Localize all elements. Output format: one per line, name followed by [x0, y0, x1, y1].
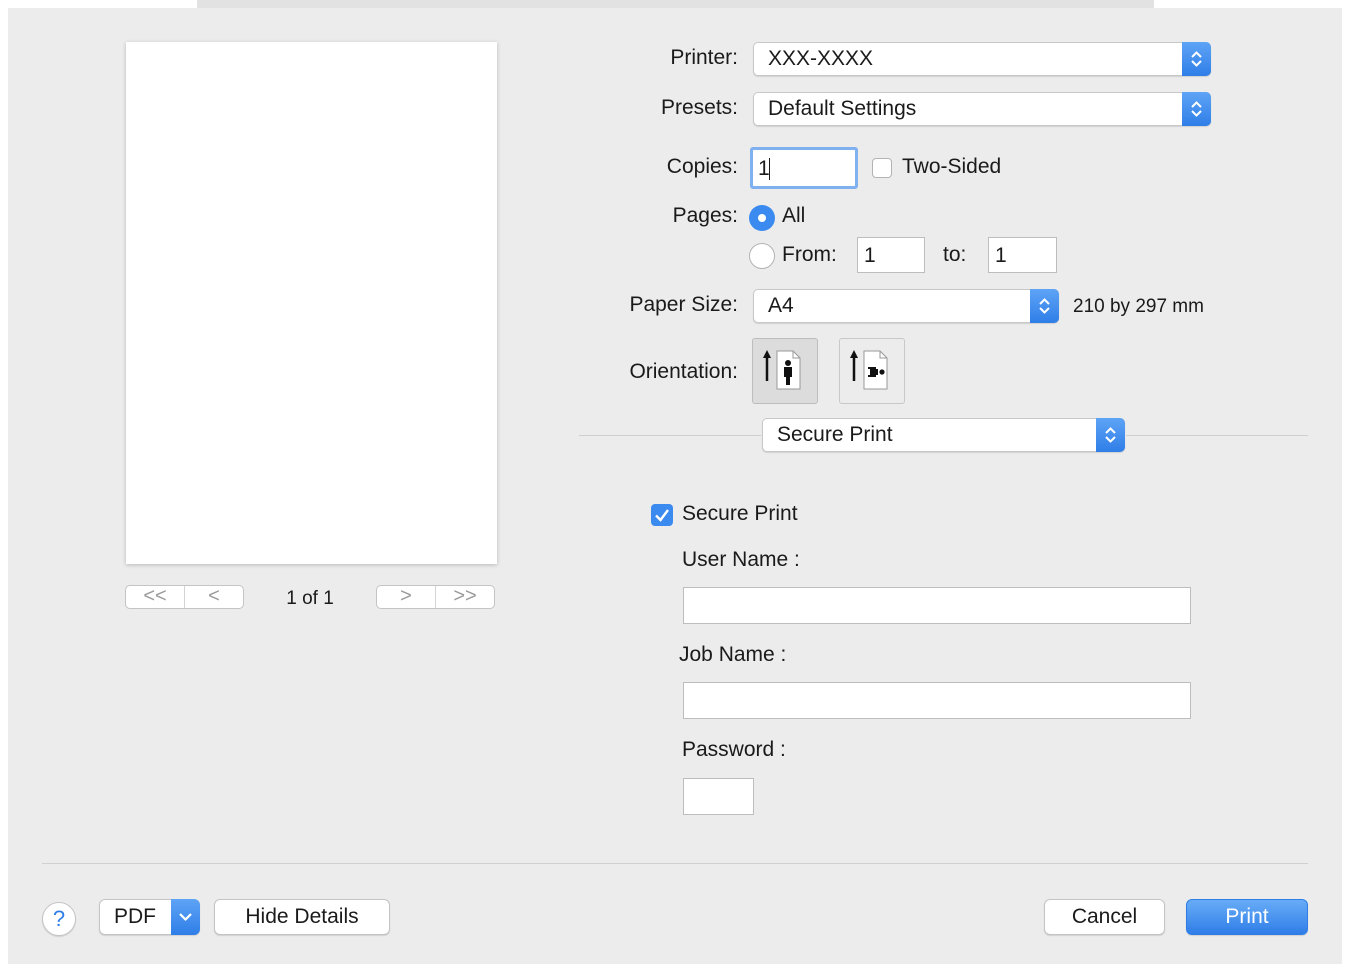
user-name-field[interactable] [683, 587, 1191, 624]
cancel-button[interactable]: Cancel [1044, 899, 1165, 935]
job-name-label: Job Name : [679, 643, 787, 666]
page-preview [126, 42, 497, 564]
section-popup[interactable]: Secure Print [762, 418, 1125, 452]
paper-size-value: A4 [768, 294, 794, 317]
presets-label: Presets: [660, 96, 738, 119]
printer-label: Printer: [670, 46, 738, 69]
title-bar-edge [197, 0, 1154, 8]
two-sided-checkbox[interactable] [872, 158, 892, 178]
pages-from-label: From: [782, 243, 837, 266]
hide-details-label: Hide Details [245, 905, 359, 928]
paper-dimensions: 210 by 297 mm [1073, 296, 1204, 317]
print-label: Print [1225, 905, 1269, 928]
pages-all-radio[interactable] [749, 205, 775, 231]
page-indicator: 1 of 1 [286, 588, 334, 609]
footer-divider [42, 863, 1308, 864]
pages-to-field[interactable]: 1 [988, 237, 1057, 273]
pdf-dropdown [171, 899, 200, 935]
chevron-down-icon [179, 913, 192, 922]
job-name-field[interactable] [683, 682, 1191, 719]
paper-size-popup[interactable]: A4 [753, 289, 1059, 323]
pdf-label: PDF [114, 905, 156, 928]
orientation-landscape-button[interactable] [839, 338, 905, 404]
last-page-button[interactable]: >> [436, 586, 494, 608]
checkmark-icon [655, 509, 669, 522]
copies-field[interactable]: 1 [750, 147, 858, 189]
next-page-button[interactable]: > [377, 586, 435, 608]
copies-label: Copies: [666, 155, 738, 178]
printer-value: XXX-XXXX [768, 47, 874, 70]
password-label: Password : [682, 738, 786, 761]
orientation-portrait-button[interactable] [752, 338, 818, 404]
popup-arrows-icon [1096, 418, 1125, 452]
pages-from-field[interactable]: 1 [857, 237, 925, 273]
landscape-orientation-icon [850, 350, 888, 390]
password-field[interactable] [683, 778, 754, 815]
pages-to-label: to: [943, 243, 967, 266]
copies-value: 1 [758, 157, 770, 180]
popup-arrows-icon [1030, 289, 1059, 323]
help-icon: ? [52, 906, 66, 931]
pages-from-value: 1 [864, 244, 876, 267]
pdf-menu-button[interactable]: PDF [99, 899, 200, 935]
text-cursor [769, 158, 770, 180]
cancel-label: Cancel [1071, 905, 1138, 928]
user-name-label: User Name : [682, 548, 800, 571]
popup-arrows-icon [1182, 42, 1211, 76]
presets-popup[interactable]: Default Settings [753, 92, 1211, 126]
section-popup-value: Secure Print [777, 423, 893, 446]
paper-size-label: Paper Size: [629, 293, 738, 316]
printer-popup[interactable]: XXX-XXXX [753, 42, 1211, 76]
popup-arrows-icon [1182, 92, 1211, 126]
print-dialog: << < 1 of 1 > >> Printer: XXX-XXXX Prese… [8, 8, 1342, 964]
preview-back-controls: << < [125, 585, 244, 609]
pages-to-value: 1 [995, 244, 1007, 267]
pages-all-label: All [782, 204, 806, 227]
hide-details-button[interactable]: Hide Details [214, 899, 390, 935]
preview-forward-controls: > >> [376, 585, 495, 609]
pages-label: Pages: [672, 204, 738, 227]
radio-dot-icon [758, 214, 766, 222]
secure-print-checkbox-label: Secure Print [682, 502, 798, 525]
section-divider-left [579, 435, 761, 436]
section-divider-right [1126, 435, 1308, 436]
help-button[interactable]: ? [42, 902, 76, 936]
presets-value: Default Settings [768, 97, 917, 120]
orientation-label: Orientation: [629, 360, 738, 383]
portrait-orientation-icon [763, 350, 801, 390]
first-page-button[interactable]: << [126, 586, 184, 608]
pages-from-radio[interactable] [749, 243, 775, 269]
secure-print-checkbox[interactable] [651, 504, 673, 526]
print-button[interactable]: Print [1186, 899, 1308, 935]
two-sided-label: Two-Sided [902, 155, 1002, 178]
previous-page-button[interactable]: < [185, 586, 243, 608]
